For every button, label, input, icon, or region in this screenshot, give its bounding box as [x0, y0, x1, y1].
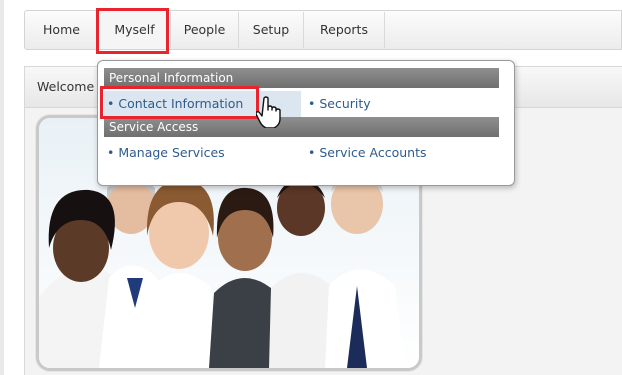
- myself-highlight-box: [96, 8, 169, 54]
- left-edge: [0, 0, 4, 375]
- myself-dropdown-menu: Personal Information • Contact Informati…: [97, 60, 515, 186]
- nav-divider: [384, 12, 385, 48]
- section-header-service-access: Service Access: [104, 117, 499, 137]
- menu-item-manage-services[interactable]: • Manage Services: [107, 141, 225, 165]
- nav-tab-setup[interactable]: Setup: [239, 11, 303, 49]
- nav-tab-people[interactable]: People: [171, 11, 238, 49]
- hand-pointer-cursor-icon: [256, 96, 281, 128]
- menu-item-service-accounts[interactable]: • Service Accounts: [308, 141, 427, 165]
- section-header-personal-information: Personal Information: [104, 68, 499, 88]
- panel-title: Welcome: [37, 79, 95, 94]
- menu-item-security[interactable]: • Security: [308, 92, 371, 116]
- contact-information-highlight-box: [100, 86, 259, 119]
- nav-tab-home[interactable]: Home: [25, 11, 98, 49]
- nav-tab-reports[interactable]: Reports: [304, 11, 384, 49]
